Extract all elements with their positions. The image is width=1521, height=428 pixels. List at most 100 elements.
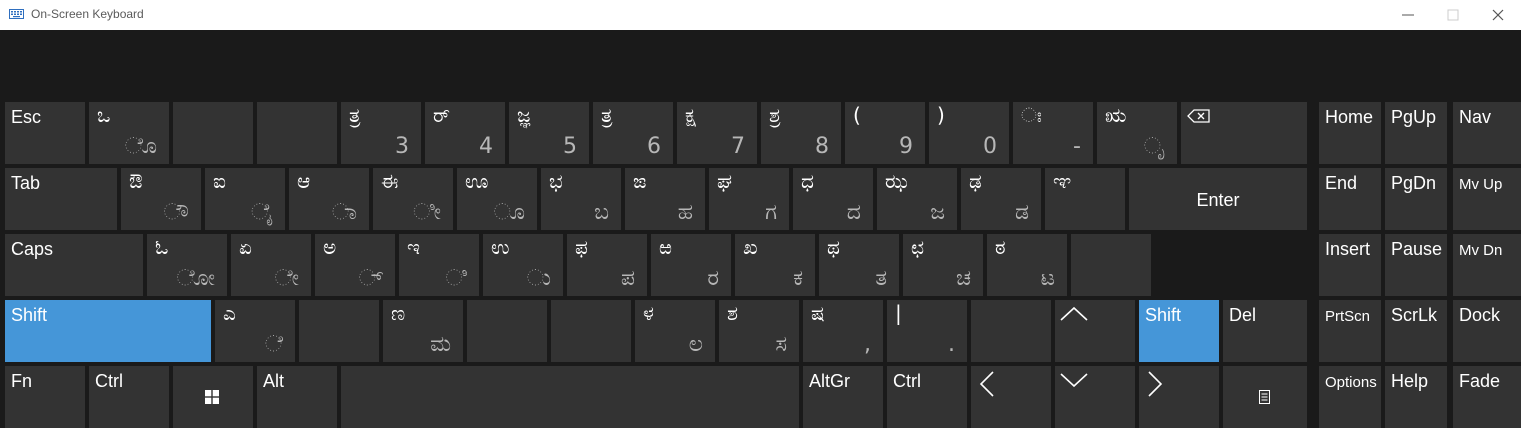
key-p[interactable]: ಝಜ <box>877 168 957 230</box>
key-n[interactable]: ಳಲ <box>635 300 715 362</box>
key-e[interactable]: ಆಾ <box>289 168 369 230</box>
key-k13[interactable]: ಋೃ <box>1097 102 1177 164</box>
key-quote[interactable]: ಠಟ <box>987 234 1067 296</box>
key-a[interactable]: ಓೋ <box>147 234 227 296</box>
key-label: ScrLk <box>1391 305 1438 325</box>
pause-key[interactable]: Pause <box>1385 234 1447 296</box>
shifted-char: ಣ <box>391 301 406 325</box>
altgr-key[interactable]: AltGr <box>803 366 883 428</box>
key-z[interactable]: ಎೆ <box>215 300 295 362</box>
key-r[interactable]: ಈೀ <box>373 168 453 230</box>
key-t[interactable]: ಊೂ <box>457 168 537 230</box>
key-c[interactable]: ಣಮ <box>383 300 463 362</box>
left-arrow-key[interactable] <box>971 366 1051 428</box>
up-arrow-key[interactable] <box>1055 300 1135 362</box>
key-f[interactable]: ಇಿ <box>399 234 479 296</box>
left-shift-key[interactable]: Shift <box>5 300 211 362</box>
insert-key[interactable]: Insert <box>1319 234 1381 296</box>
maximize-icon <box>1447 9 1459 21</box>
down-arrow-key[interactable] <box>1055 366 1135 428</box>
base-char: ು <box>526 266 551 291</box>
key-u[interactable]: ಙಹ <box>625 168 705 230</box>
key-v[interactable] <box>467 300 547 362</box>
key-m[interactable]: ಶಸ <box>719 300 799 362</box>
right-ctrl-key[interactable]: Ctrl <box>887 366 967 428</box>
nav-key[interactable]: Nav <box>1453 102 1521 164</box>
key-o[interactable]: ಧದ <box>793 168 873 230</box>
move-down-key[interactable]: Mv Dn <box>1453 234 1521 296</box>
key-s[interactable]: ಏೇ <box>231 234 311 296</box>
right-arrow-key[interactable] <box>1139 366 1219 428</box>
base-char: . <box>948 332 955 357</box>
fade-key[interactable]: Fade <box>1453 366 1521 428</box>
minimize-button[interactable] <box>1385 0 1431 30</box>
caps-lock-key[interactable]: Caps <box>5 234 143 296</box>
scroll-lock-key[interactable]: ScrLk <box>1385 300 1447 362</box>
base-char: ೂ <box>493 200 525 225</box>
key-k10[interactable]: (9 <box>845 102 925 164</box>
right-shift-key[interactable]: Shift <box>1139 300 1219 362</box>
key-k6[interactable]: ಜ್ಞ 5 <box>509 102 589 164</box>
windows-key[interactable] <box>173 366 253 428</box>
maximize-button[interactable] <box>1430 0 1476 30</box>
key-period[interactable]: |. <box>887 300 967 362</box>
key-backslash[interactable] <box>1071 234 1151 296</box>
key-slash[interactable] <box>971 300 1051 362</box>
key-rbracket[interactable]: ಞ <box>1045 168 1125 230</box>
key-k11[interactable]: ) 0 <box>929 102 1009 164</box>
delete-key[interactable]: Del <box>1223 300 1307 362</box>
base-char: ೃ <box>1143 134 1165 159</box>
key-k4[interactable]: ತ್ರ 3 <box>341 102 421 164</box>
help-key[interactable]: Help <box>1385 366 1447 428</box>
shifted-char: ರ್ <box>433 103 451 127</box>
key-d[interactable]: ಅ್ <box>315 234 395 296</box>
menu-key[interactable] <box>1223 366 1307 428</box>
backspace-key[interactable] <box>1181 102 1307 164</box>
key-semicolon[interactable]: ಛಚ <box>903 234 983 296</box>
left-ctrl-key[interactable]: Ctrl <box>89 366 169 428</box>
end-key[interactable]: End <box>1319 168 1381 230</box>
key-q[interactable]: ಔೌ <box>121 168 201 230</box>
key-j[interactable]: ಱರ <box>651 234 731 296</box>
space-key[interactable] <box>341 366 799 428</box>
key-w[interactable]: ಐೈ <box>205 168 285 230</box>
esc-key[interactable]: Esc <box>5 102 85 164</box>
key-l[interactable]: ಥತ <box>819 234 899 296</box>
key-k[interactable]: ಖಕ <box>735 234 815 296</box>
dock-key[interactable]: Dock <box>1453 300 1521 362</box>
key-label: Nav <box>1459 107 1492 127</box>
pgup-key[interactable]: PgUp <box>1385 102 1447 164</box>
close-button[interactable] <box>1475 0 1521 30</box>
home-key[interactable]: Home <box>1319 102 1381 164</box>
enter-key[interactable]: Enter <box>1129 168 1307 230</box>
key-label: PrtScn <box>1325 308 1371 325</box>
shifted-char: ಞ <box>1053 169 1072 193</box>
key-y[interactable]: ಭಬ <box>541 168 621 230</box>
print-screen-key[interactable]: PrtScn <box>1319 300 1381 362</box>
move-up-key[interactable]: Mv Up <box>1453 168 1521 230</box>
options-key[interactable]: Options <box>1319 366 1381 428</box>
base-char: ಮ <box>430 332 451 357</box>
key-k12[interactable]: ಃ - <box>1013 102 1093 164</box>
alt-key[interactable]: Alt <box>257 366 337 428</box>
key-k9[interactable]: ಶ್ರ 8 <box>761 102 841 164</box>
pgdn-key[interactable]: PgDn <box>1385 168 1447 230</box>
key-i[interactable]: ಘಗ <box>709 168 789 230</box>
key-k7[interactable]: ತ್ರ 6 <box>593 102 673 164</box>
key-g[interactable]: ಉು <box>483 234 563 296</box>
key-comma[interactable]: ಷ, <box>803 300 883 362</box>
key-b[interactable] <box>551 300 631 362</box>
key-k1[interactable]: ಒೊ <box>89 102 169 164</box>
key-h[interactable]: ಫಪ <box>567 234 647 296</box>
key-k3[interactable] <box>257 102 337 164</box>
key-k5[interactable]: ರ್ 4 <box>425 102 505 164</box>
key-k8[interactable]: ಕ್ಷ 7 <box>677 102 757 164</box>
key-lbracket[interactable]: ಢಡ <box>961 168 1041 230</box>
base-char: ಾ <box>331 200 357 225</box>
key-x[interactable] <box>299 300 379 362</box>
tab-key[interactable]: Tab <box>5 168 117 230</box>
fn-key[interactable]: Fn <box>5 366 85 428</box>
key-k2[interactable] <box>173 102 253 164</box>
base-char: ೋ <box>176 266 215 291</box>
key-icon-wrap <box>979 370 995 402</box>
